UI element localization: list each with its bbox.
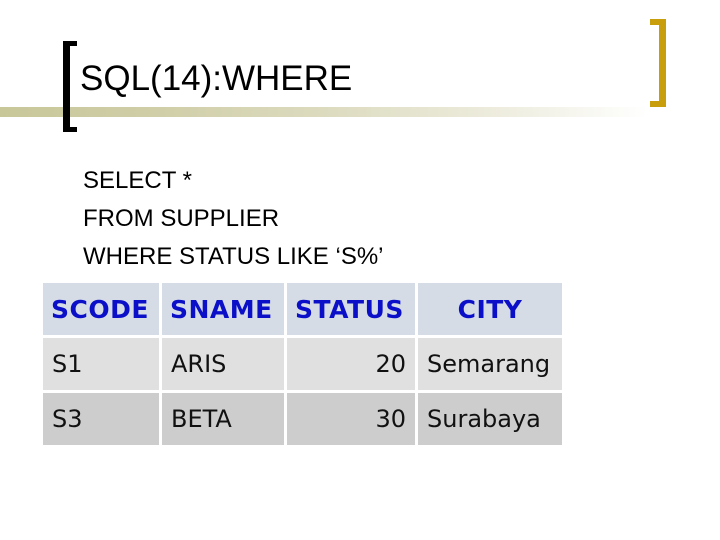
cell-city: Surabaya bbox=[418, 393, 562, 445]
table-row: S1 ARIS 20 Semarang bbox=[43, 338, 562, 390]
sql-line-select: SELECT * bbox=[83, 167, 192, 194]
column-header-sname: SNAME bbox=[162, 283, 284, 335]
result-table: SCODE SNAME STATUS CITY S1 ARIS 20 Semar… bbox=[40, 280, 565, 448]
cell-city: Semarang bbox=[418, 338, 562, 390]
column-header-status: STATUS bbox=[287, 283, 415, 335]
table-row: S3 BETA 30 Surabaya bbox=[43, 393, 562, 445]
column-header-scode: SCODE bbox=[43, 283, 159, 335]
cell-scode: S3 bbox=[43, 393, 159, 445]
left-bracket-decoration bbox=[63, 41, 77, 132]
cell-status: 30 bbox=[287, 393, 415, 445]
column-header-city: CITY bbox=[418, 283, 562, 335]
table-header-row: SCODE SNAME STATUS CITY bbox=[43, 283, 562, 335]
cell-sname: BETA bbox=[162, 393, 284, 445]
title-underline-gradient bbox=[0, 107, 720, 117]
sql-line-from: FROM SUPPLIER bbox=[83, 205, 280, 232]
slide-title: SQL(14):WHERE bbox=[80, 59, 353, 98]
cell-status: 20 bbox=[287, 338, 415, 390]
cell-sname: ARIS bbox=[162, 338, 284, 390]
sql-query: SELECT * FROM SUPPLIER WHERE STATUS LIKE… bbox=[83, 162, 384, 276]
sql-line-where: WHERE STATUS LIKE ‘S%’ bbox=[83, 243, 384, 270]
right-bracket-decoration bbox=[650, 19, 666, 107]
cell-scode: S1 bbox=[43, 338, 159, 390]
